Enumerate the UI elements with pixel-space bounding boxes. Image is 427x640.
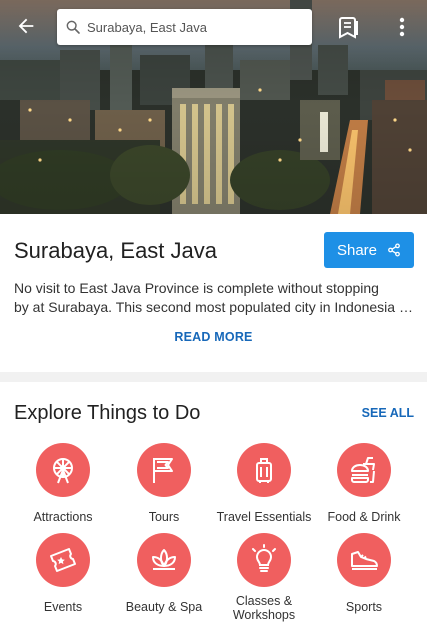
category-travel-essentials[interactable]: Travel Essentials bbox=[212, 443, 316, 524]
back-arrow-icon bbox=[18, 18, 34, 34]
category-attractions[interactable]: Attractions bbox=[11, 443, 115, 524]
bookmark-list-icon bbox=[339, 17, 358, 39]
back-button[interactable] bbox=[10, 10, 42, 42]
category-label: Beauty & Spa bbox=[125, 600, 203, 614]
lightbulb-icon bbox=[252, 544, 276, 572]
share-label: Share bbox=[336, 241, 378, 259]
category-tours[interactable]: Tours bbox=[112, 443, 216, 524]
destination-description: No visit to East Java Province is comple… bbox=[14, 279, 414, 317]
description-line-1: No visit to East Java Province is comple… bbox=[14, 280, 379, 296]
category-label: Sports bbox=[345, 600, 383, 614]
share-button[interactable]: Share bbox=[324, 232, 414, 268]
ferris-wheel-icon bbox=[53, 458, 73, 484]
category-label: Classes & Workshops bbox=[212, 594, 316, 622]
category-icon-circle bbox=[137, 533, 191, 587]
share-icon bbox=[388, 243, 400, 257]
burger-drink-icon bbox=[351, 457, 375, 483]
category-classes-workshops[interactable]: Classes & Workshops bbox=[212, 533, 316, 622]
see-all-link[interactable]: SEE ALL bbox=[362, 406, 414, 420]
category-label-line-2: Workshops bbox=[232, 608, 296, 622]
description-line-2: by at Surabaya. This second most populat… bbox=[14, 299, 414, 315]
luggage-icon bbox=[256, 458, 272, 483]
more-options-button[interactable] bbox=[388, 12, 416, 42]
destination-title: Surabaya, East Java bbox=[14, 238, 218, 263]
saved-list-button[interactable] bbox=[334, 12, 364, 42]
sneaker-icon bbox=[351, 551, 378, 570]
category-icon-circle bbox=[36, 443, 90, 497]
lotus-icon bbox=[152, 549, 176, 570]
hero-image bbox=[0, 0, 427, 214]
destination-info-card: Surabaya, East Java Share No visit to Ea… bbox=[0, 214, 427, 372]
category-icon-circle bbox=[237, 443, 291, 497]
category-food-drink[interactable]: Food & Drink bbox=[312, 443, 416, 524]
category-label: Food & Drink bbox=[327, 510, 401, 524]
category-sports[interactable]: Sports bbox=[312, 533, 416, 614]
category-label: Travel Essentials bbox=[216, 510, 312, 524]
search-icon bbox=[66, 20, 80, 34]
flag-icon bbox=[153, 458, 173, 483]
read-more-link[interactable]: READ MORE bbox=[0, 330, 427, 344]
explore-title: Explore Things to Do bbox=[14, 402, 201, 424]
category-beauty-spa[interactable]: Beauty & Spa bbox=[112, 533, 216, 614]
category-label: Tours bbox=[148, 510, 180, 524]
category-label: Attractions bbox=[33, 510, 93, 524]
more-vert-icon bbox=[399, 17, 405, 37]
search-input[interactable] bbox=[87, 19, 307, 35]
category-icon-circle bbox=[337, 533, 391, 587]
explore-section: Explore Things to Do SEE ALL Attractions bbox=[0, 382, 427, 640]
category-events[interactable]: Events bbox=[11, 533, 115, 614]
category-icon-circle bbox=[36, 533, 90, 587]
search-bar[interactable] bbox=[57, 9, 312, 45]
category-label-line-1: Classes & bbox=[235, 594, 293, 608]
category-icon-circle bbox=[137, 443, 191, 497]
section-divider bbox=[0, 372, 427, 382]
category-icon-circle bbox=[337, 443, 391, 497]
category-label: Events bbox=[43, 600, 83, 614]
ticket-icon bbox=[50, 548, 76, 572]
category-icon-circle bbox=[237, 533, 291, 587]
